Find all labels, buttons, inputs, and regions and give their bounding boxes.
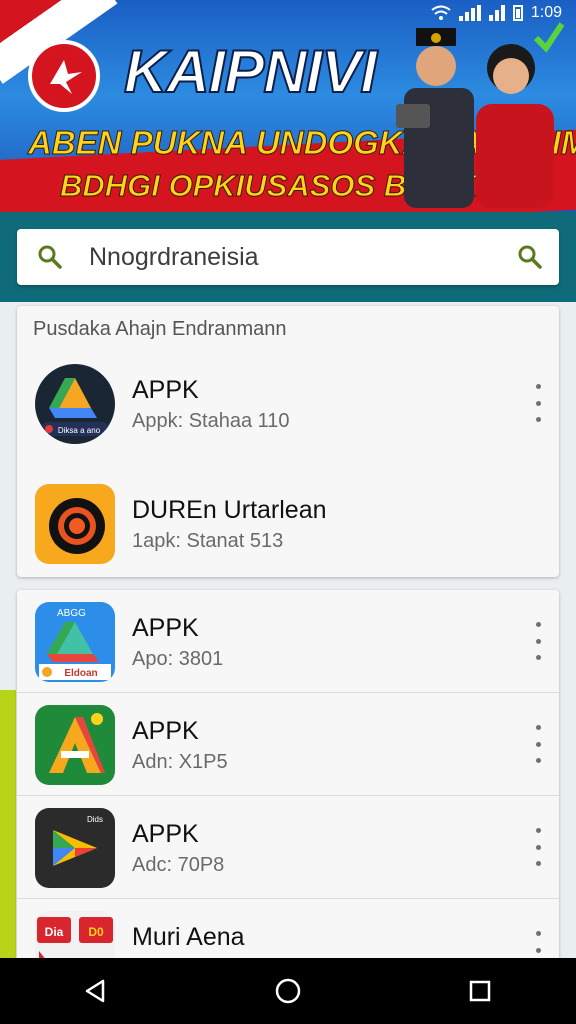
app-subtitle: 1apk: Stanat 513: [132, 530, 284, 552]
list-item[interactable]: DUREn Urtarlean 1apk: Stanat 513: [17, 472, 559, 574]
signal-icon-2: [488, 5, 505, 21]
icon-badge-text: Eldoan: [64, 668, 97, 679]
recommended-apps-card: Pusdaka Ahajn Endranmann Diksa a ano APP…: [17, 306, 559, 577]
app-name: DUREn Urtarlean: [132, 496, 327, 524]
battery-icon: [512, 5, 523, 21]
section-title: Pusdaka Ahajn Endranmann: [33, 318, 287, 340]
home-icon[interactable]: [264, 967, 312, 1015]
more-options-icon[interactable]: [531, 622, 545, 660]
app-list-card: ABGG Eldoan APPK Apo: 3801 APPK Adn: X1P…: [17, 590, 559, 970]
people-illustration: [396, 22, 565, 208]
icon-corner-text: ABGG: [57, 608, 86, 619]
promo-banner[interactable]: KAIPNIVI ABEN PUKNA UNDOGKAN APOSIM BDHG…: [0, 0, 576, 212]
app-subtitle: Adc: 70P8: [132, 854, 225, 876]
drive-triangle-icon: Diksa a ano: [35, 364, 115, 444]
app-name: APPK: [132, 820, 199, 848]
app-subtitle: Apo: 3801: [132, 648, 224, 670]
icon-badge-text: Diksa a ano: [58, 426, 101, 435]
app-name: APPK: [132, 614, 199, 642]
play-triangle-icon: Dids: [35, 808, 115, 888]
search-icon[interactable]: [37, 244, 63, 270]
banner-title: KAIPNIVI: [123, 38, 378, 105]
star-logo-icon: [28, 40, 100, 112]
orange-target-icon: [35, 484, 115, 564]
blue-drive-icon: ABGG Eldoan: [35, 602, 115, 682]
side-decoration: [0, 690, 16, 958]
navigation-bar: [0, 958, 576, 1024]
icon-badge-text: Dia: [45, 925, 64, 939]
more-options-icon[interactable]: [531, 384, 545, 422]
app-name: APPK: [132, 376, 199, 404]
list-item[interactable]: Dids APPK Adc: 70P8: [17, 796, 559, 898]
list-item[interactable]: ABGG Eldoan APPK Apo: 3801: [17, 590, 559, 692]
back-icon[interactable]: [72, 967, 120, 1015]
icon-badge-text-2: D0: [88, 925, 104, 939]
app-name: Muri Aena: [132, 923, 245, 951]
status-bar: 1:09: [0, 0, 576, 26]
icon-corner-text: Dids: [87, 815, 103, 824]
list-item[interactable]: Diksa a ano APPK Appk: Stahaa 110: [17, 352, 559, 454]
more-options-icon[interactable]: [531, 828, 545, 866]
list-item[interactable]: APPK Adn: X1P5: [17, 693, 559, 795]
recents-icon[interactable]: [456, 967, 504, 1015]
more-options-icon[interactable]: [531, 725, 545, 763]
search-input[interactable]: [87, 241, 517, 273]
app-subtitle: Adn: X1P5: [132, 751, 228, 773]
app-name: APPK: [132, 717, 199, 745]
search-submit-icon[interactable]: [517, 244, 543, 270]
signal-icon: [458, 5, 481, 21]
search-bar[interactable]: [17, 229, 559, 285]
status-time: 1:09: [530, 4, 562, 21]
green-a-icon: [35, 705, 115, 785]
app-subtitle: Appk: Stahaa 110: [132, 410, 290, 432]
search-strip: [0, 212, 576, 302]
wifi-icon: [431, 5, 451, 20]
